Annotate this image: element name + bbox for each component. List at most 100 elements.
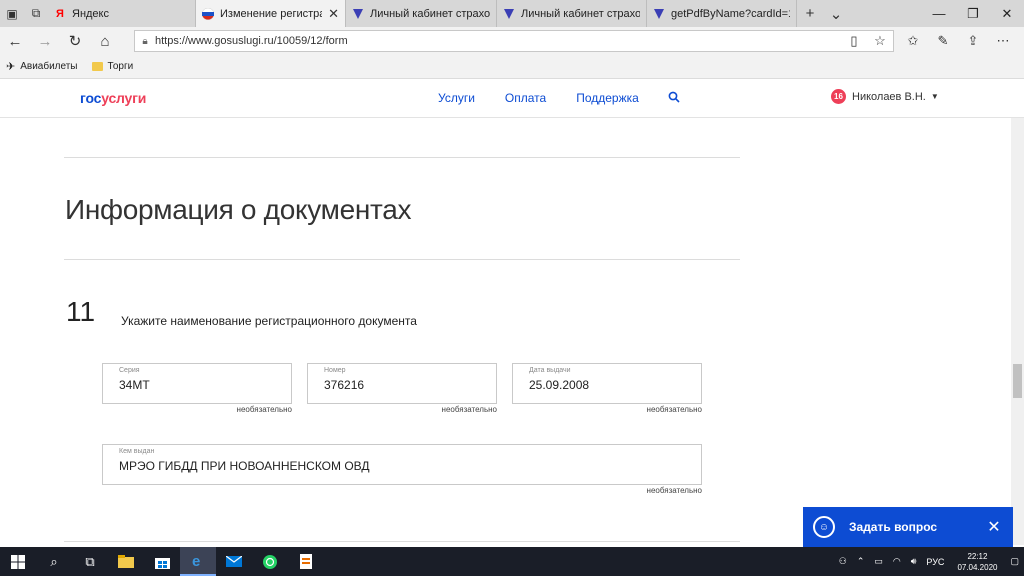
battery-icon[interactable]: ▭ (874, 556, 883, 567)
yandex-icon: Я (56, 7, 64, 20)
ask-question-button[interactable]: Задать вопрос (849, 520, 975, 534)
gosuslugi-logo[interactable]: госуслуги (80, 90, 146, 106)
lock-icon: 🔒︎ (142, 35, 148, 47)
page-scrollbar[interactable] (1011, 118, 1024, 545)
address-bar-row: ← → ↻ ⌂ 🔒︎ https://www.gosuslugi.ru/1005… (0, 27, 1024, 55)
share-icon[interactable]: ⇪ (958, 33, 988, 49)
optional-note: необязательно (646, 486, 702, 495)
home-icon[interactable]: ⌂ (90, 33, 120, 50)
volume-icon[interactable]: 🔊︎ (911, 556, 917, 567)
shield-icon (503, 8, 515, 20)
notification-badge: 16 (831, 89, 846, 104)
russia-flag-icon (202, 7, 214, 20)
close-window-icon[interactable]: ✕ (990, 0, 1024, 27)
field-label: Номер (324, 367, 346, 374)
support-agent-icon: ☺ (813, 516, 835, 538)
clock-time: 22:12 (967, 551, 988, 561)
edge-browser-icon[interactable]: e (180, 547, 216, 576)
notifications-icon[interactable]: ▢ (1010, 556, 1019, 567)
step-number: 11 (66, 296, 96, 327)
mail-icon[interactable] (216, 547, 252, 576)
toolbar-right: ✩ ✎ ⇪ ⋯ (898, 27, 1018, 55)
favorite-label: Авиабилеты (20, 61, 78, 72)
field-value: 376216 (324, 378, 365, 392)
windows-start-icon[interactable] (0, 547, 36, 576)
more-icon[interactable]: ⋯ (988, 33, 1018, 49)
whatsapp-icon[interactable] (252, 547, 288, 576)
divider (64, 157, 740, 158)
url-field[interactable]: 🔒︎ https://www.gosuslugi.ru/10059/12/for… (134, 30, 894, 52)
field-label: Серия (119, 367, 140, 374)
series-field[interactable]: Серия 34МТ (102, 363, 292, 404)
nav-services[interactable]: Услуги (438, 91, 475, 105)
favorites-bar: ✈ Авиабилеты Торги (0, 55, 1024, 79)
favorite-star-icon[interactable]: ☆ (867, 33, 893, 49)
nav-payment[interactable]: Оплата (505, 91, 546, 105)
reading-view-icon[interactable]: ▯ (841, 33, 867, 49)
chevron-up-icon[interactable]: ⌃ (857, 556, 865, 567)
people-icon[interactable]: ⚇ (839, 556, 847, 567)
field-label: Кем выдан (119, 448, 155, 455)
url-text: https://www.gosuslugi.ru/10059/12/form (155, 35, 348, 47)
new-tab-icon[interactable]: + (797, 0, 823, 27)
system-tray: ⚇ ⌃ ▭ ◠ 🔊︎ РУС 22:12 07.04.2020 ▢ (834, 547, 1024, 576)
favorites-hub-icon[interactable]: ✩ (898, 33, 928, 49)
optional-note: необязательно (646, 405, 702, 414)
tabs-aside-icon[interactable]: ⧉ (24, 0, 48, 27)
language-indicator[interactable]: РУС (926, 557, 944, 567)
restore-icon[interactable]: ❐ (956, 0, 990, 27)
caret-down-icon: ▼ (930, 92, 939, 101)
back-icon[interactable]: ← (0, 33, 30, 50)
divider (64, 259, 740, 260)
field-value: 34МТ (119, 378, 150, 392)
number-field[interactable]: Номер 376216 (307, 363, 497, 404)
clock[interactable]: 22:12 07.04.2020 (957, 551, 997, 573)
help-widget[interactable]: ☺ Задать вопрос ✕ (803, 507, 1013, 547)
shield-icon (352, 8, 364, 20)
store-icon[interactable] (144, 547, 180, 576)
logo-part-1: гос (80, 90, 102, 106)
tab-insurance-2[interactable]: Личный кабинет страхово (497, 0, 647, 27)
svg-text:e: e (192, 553, 200, 568)
minimize-icon[interactable]: — (922, 0, 956, 27)
tab-insurance-1[interactable]: Личный кабинет страхово (346, 0, 497, 27)
user-menu[interactable]: 16 Николаев В.Н. ▼ (831, 89, 939, 104)
browser-tab-strip: ▣ ⧉ Я Яндекс Изменение регистраци ✕ Личн… (0, 0, 1024, 27)
forward-icon[interactable]: → (30, 33, 60, 50)
section-title: Информация о документах (65, 194, 412, 225)
task-view-icon[interactable]: ⧉ (72, 547, 108, 576)
tab-yandex[interactable]: Я Яндекс (48, 0, 196, 27)
clock-date: 07.04.2020 (957, 562, 998, 572)
tab-title: Изменение регистраци (220, 7, 322, 20)
step-question: Укажите наименование регистрационного до… (121, 314, 417, 328)
search-icon[interactable] (668, 91, 680, 106)
chevron-down-icon[interactable]: ⌄ (823, 0, 849, 27)
favorite-item-auctions[interactable]: Торги (91, 61, 133, 72)
site-header: госуслуги Услуги Оплата Поддержка 16 Ник… (0, 80, 1024, 118)
pen-icon[interactable]: ✎ (928, 33, 958, 49)
field-label: Дата выдачи (529, 367, 571, 374)
tab-actions-icon[interactable]: ▣ (0, 0, 24, 27)
refresh-icon[interactable]: ↻ (60, 32, 90, 50)
tab-title: getPdfByName?cardId=136 (671, 7, 790, 20)
tab-registration-change[interactable]: Изменение регистраци ✕ (196, 0, 346, 27)
search-icon[interactable]: ⌕ (36, 547, 72, 576)
favorite-item-flights[interactable]: ✈ Авиабилеты (6, 60, 78, 73)
tab-title: Яндекс (72, 7, 109, 20)
tab-get-pdf[interactable]: getPdfByName?cardId=136 (647, 0, 797, 27)
field-value: 25.09.2008 (529, 378, 590, 392)
nav-support[interactable]: Поддержка (576, 91, 639, 105)
document-app-icon[interactable] (288, 547, 324, 576)
close-tab-icon[interactable]: ✕ (328, 6, 339, 22)
tab-title: Личный кабинет страхово (370, 7, 490, 20)
optional-note: необязательно (236, 405, 292, 414)
network-icon[interactable]: ◠ (893, 556, 901, 567)
issued-by-field[interactable]: Кем выдан МРЭО ГИБДД ПРИ НОВОАННЕНСКОМ О… (102, 444, 702, 485)
issue-date-field[interactable]: Дата выдачи 25.09.2008 (512, 363, 702, 404)
field-value: МРЭО ГИБДД ПРИ НОВОАННЕНСКОМ ОВД (119, 459, 370, 473)
optional-note: необязательно (441, 405, 497, 414)
main-nav: Услуги Оплата Поддержка (438, 91, 669, 105)
file-explorer-icon[interactable] (108, 547, 144, 576)
scrollbar-thumb[interactable] (1013, 364, 1022, 398)
close-icon[interactable]: ✕ (975, 517, 1013, 537)
